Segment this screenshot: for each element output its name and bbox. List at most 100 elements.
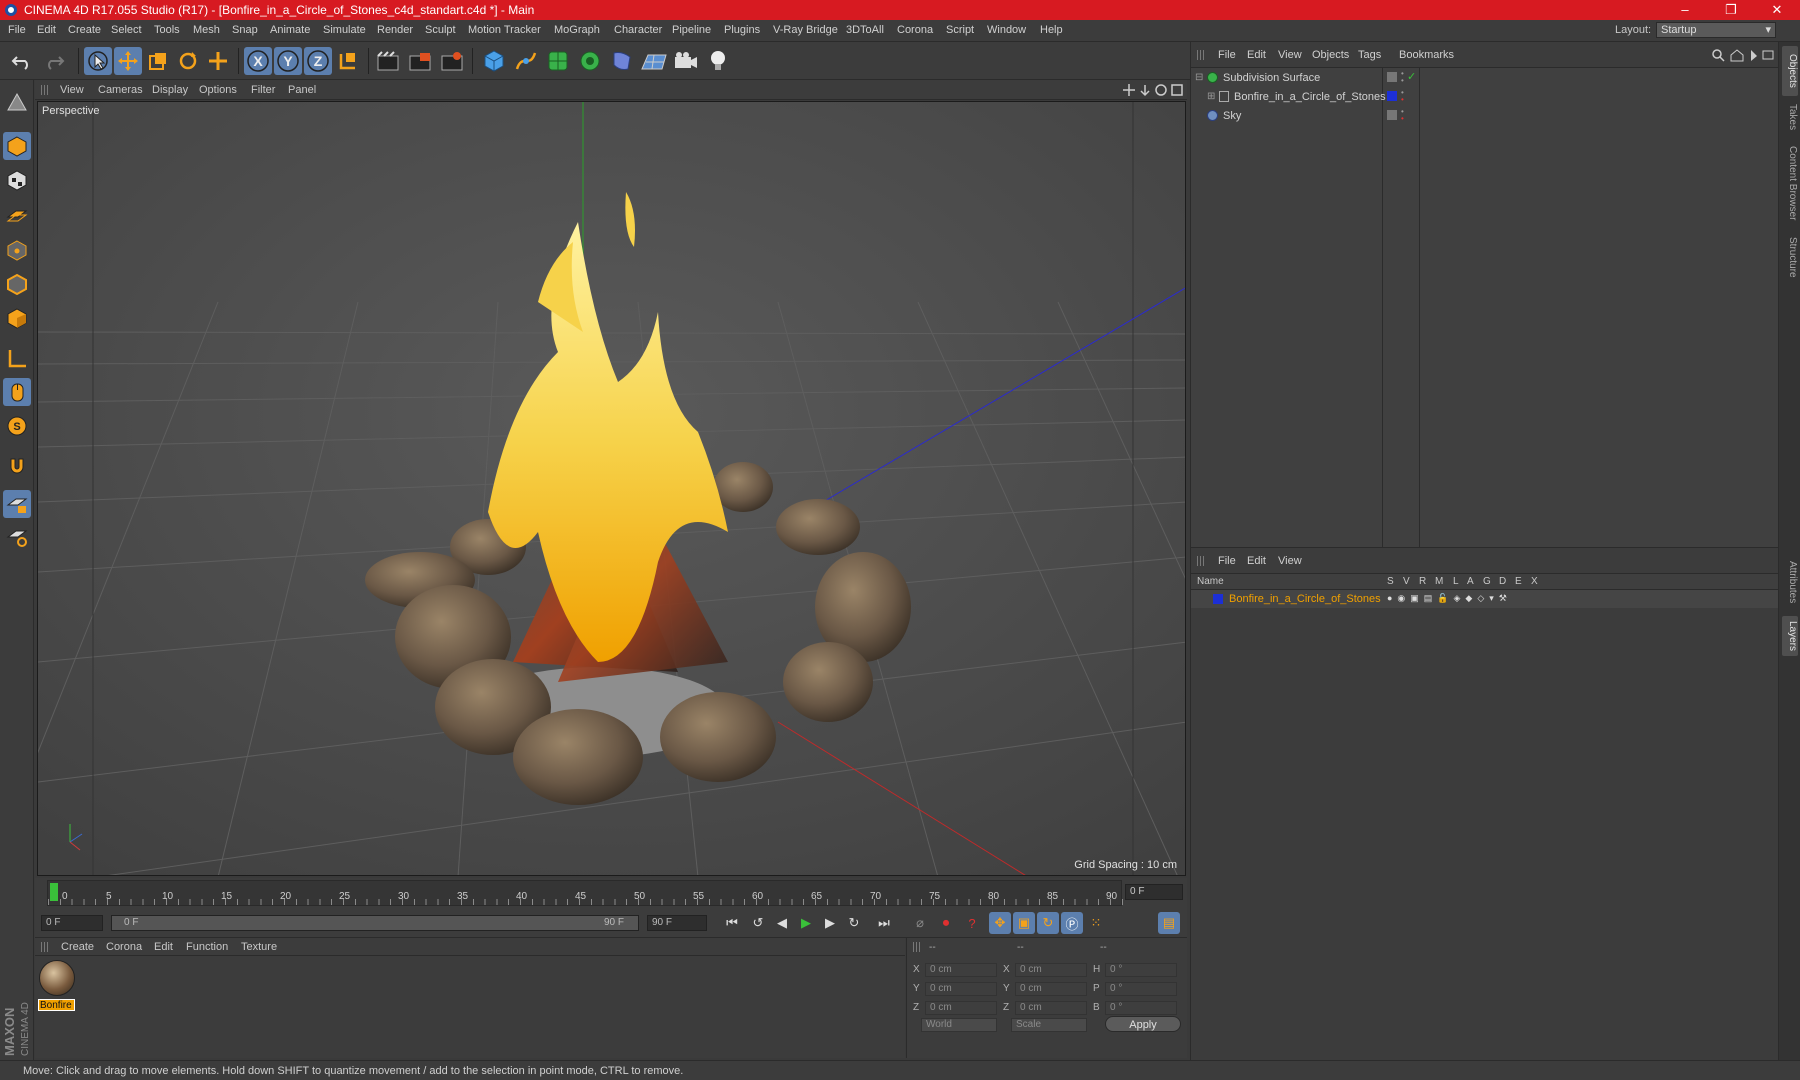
add-floor-button[interactable] [640,47,668,75]
column-generators[interactable]: G [1483,576,1491,587]
object-row-sky[interactable]: Sky • • [1191,107,1779,125]
visibility-dots-icon[interactable]: • • [1401,70,1404,85]
menu-simulate[interactable]: Simulate [323,24,366,36]
autokey-button[interactable]: ⏺ [935,912,957,934]
coordinate-mode-select[interactable]: World [921,1018,997,1032]
checkmark-icon[interactable]: ✓ [1407,70,1416,83]
maximize-button[interactable]: ❐ [1708,0,1754,20]
key-rotation-button[interactable]: ↻ [1037,912,1059,934]
add-camera-button[interactable] [672,47,700,75]
end-frame-field[interactable]: 90 F [647,915,707,931]
edge-mode-button[interactable] [3,270,31,298]
layer-swatch[interactable] [1387,72,1397,82]
material-menu-edit[interactable]: Edit [154,941,173,953]
start-frame-field[interactable]: 0 F [41,915,103,931]
menu-render[interactable]: Render [377,24,413,36]
pos-x-field[interactable]: 0 cm [925,963,997,977]
objects-menu-view[interactable]: View [1278,49,1302,61]
visibility-dots-icon[interactable]: • • [1401,89,1404,104]
undo-button[interactable] [8,47,36,75]
menu-window[interactable]: Window [987,24,1026,36]
size-x-field[interactable]: 0 cm [1015,963,1087,977]
object-name[interactable]: Subdivision Surface [1223,72,1320,84]
apply-button[interactable]: Apply [1105,1016,1181,1032]
layout-select[interactable]: Startup ▾ [1656,22,1776,38]
menu-help[interactable]: Help [1040,24,1063,36]
pos-z-field[interactable]: 0 cm [925,1001,997,1015]
menu-animate[interactable]: Animate [270,24,310,36]
key-position-button[interactable]: ✥ [989,912,1011,934]
expand-icon[interactable]: ⊞ [1207,91,1215,102]
make-editable-button[interactable] [3,88,31,116]
x-axis-button[interactable]: X [244,47,272,75]
play-button[interactable]: ▶ [795,912,817,934]
add-light-button[interactable] [704,47,732,75]
visibility-dots-icon[interactable]: • • [1401,108,1404,123]
z-axis-button[interactable]: Z [304,47,332,75]
material-name[interactable]: Bonfire [38,999,75,1011]
add-subdivision-button[interactable] [544,47,572,75]
scale-tool-button[interactable] [144,47,172,75]
planar-workplane-button[interactable] [3,522,31,550]
go-to-end-button[interactable]: ⏭ [873,912,895,934]
collapse-icon[interactable]: ⊟ [1195,72,1203,83]
next-frame-button[interactable]: ▶ [819,912,841,934]
menu-3dtoall[interactable]: 3DToAll [846,24,884,36]
column-expressions[interactable]: E [1515,576,1522,587]
material-menu-create[interactable]: Create [61,941,94,953]
live-selection-button[interactable] [84,47,112,75]
menu-plugins[interactable]: Plugins [724,24,760,36]
object-manager-tools[interactable] [1711,48,1775,62]
render-settings-button[interactable] [438,47,466,75]
next-key-button[interactable]: ↻ [843,912,865,934]
coordinate-system-button[interactable] [334,47,362,75]
layers-menu-file[interactable]: File [1218,555,1236,567]
add-deformer-button[interactable] [608,47,636,75]
column-deformers[interactable]: D [1499,576,1506,587]
menu-sculpt[interactable]: Sculpt [425,24,456,36]
tab-layers[interactable]: Layers [1782,616,1798,656]
rotate-tool-button[interactable] [174,47,202,75]
preview-range-slider[interactable]: 0 F 90 F [111,915,639,931]
layer-row[interactable]: Bonfire_in_a_Circle_of_Stones ●◉▣▤🔓◈◆◇▾⚒ [1191,590,1779,608]
material-menu-corona[interactable]: Corona [106,941,142,953]
go-to-start-button[interactable]: ⏮ [721,912,743,934]
rot-p-field[interactable]: 0 ° [1105,982,1177,996]
polygon-mode-button[interactable] [3,304,31,332]
timeline-ruler[interactable]: 0 5 10 15 20 25 30 35 40 45 50 55 60 65 … [47,880,1123,906]
timeline[interactable]: 0 5 10 15 20 25 30 35 40 45 50 55 60 65 … [35,878,1187,908]
layers-menu-view[interactable]: View [1278,555,1302,567]
viewport-menu-view[interactable]: View [60,84,84,96]
layer-color-swatch[interactable] [1213,594,1223,604]
object-tree[interactable]: ⊟ Subdivision Surface • • ✓ ⊞ Bonfire_in_… [1191,68,1779,547]
axis-mode-button[interactable] [3,344,31,372]
column-solo[interactable]: S [1387,576,1394,587]
layer-swatch[interactable] [1387,110,1397,120]
viewport-menu-panel[interactable]: Panel [288,84,316,96]
objects-menu-file[interactable]: File [1218,49,1236,61]
point-mode-button[interactable] [3,236,31,264]
pos-y-field[interactable]: 0 cm [925,982,997,996]
menu-snap[interactable]: Snap [232,24,258,36]
tab-takes[interactable]: Takes [1782,100,1798,134]
object-row-bonfire[interactable]: ⊞ Bonfire_in_a_Circle_of_Stones • • [1191,88,1779,106]
rot-h-field[interactable]: 0 ° [1105,963,1177,977]
viewport-menu-filter[interactable]: Filter [251,84,275,96]
key-pla-button[interactable]: ⁙ [1085,912,1107,934]
timeline-window-button[interactable]: ▤ [1158,912,1180,934]
column-render[interactable]: R [1419,576,1426,587]
viewport-menu-cameras[interactable]: Cameras [98,84,143,96]
material-menu-function[interactable]: Function [186,941,228,953]
previous-key-button[interactable]: ↺ [747,912,769,934]
workplane-mode-button[interactable] [3,200,31,228]
menu-mesh[interactable]: Mesh [193,24,220,36]
move-plus-button[interactable] [204,47,232,75]
objects-menu-edit[interactable]: Edit [1247,49,1266,61]
model-mode-button[interactable] [3,132,31,160]
objects-menu-bookmarks[interactable]: Bookmarks [1399,49,1454,61]
tweak-mode-button[interactable] [3,378,31,406]
material-thumbnail[interactable] [39,960,75,996]
minimize-button[interactable]: – [1662,0,1708,20]
solo-mode-button[interactable]: S [3,412,31,440]
menu-select[interactable]: Select [111,24,142,36]
